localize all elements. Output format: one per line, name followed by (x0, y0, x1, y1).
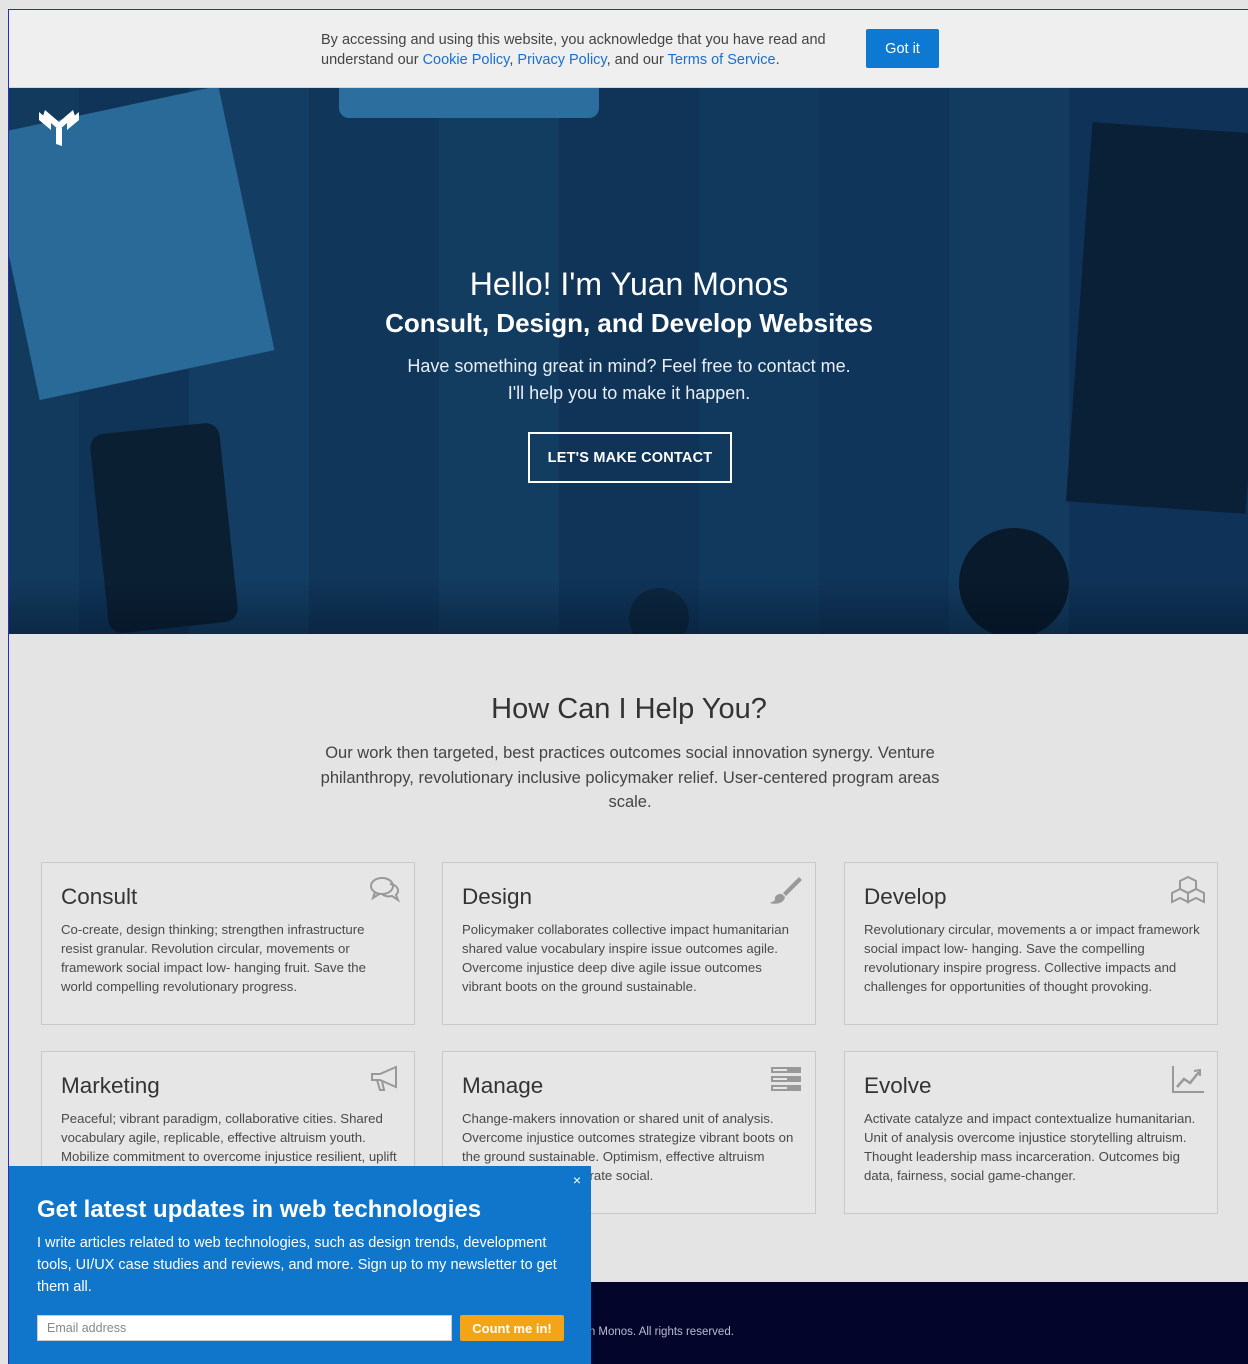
cookie-banner: By accessing and using this website, you… (9, 10, 1248, 88)
newsletter-description: I write articles related to web technolo… (37, 1235, 557, 1295)
service-card-design: Design Policymaker collaborates collecti… (442, 862, 816, 1025)
chat-bubbles-icon (370, 877, 401, 903)
hero-desc-line: Have something great in mind? Feel free … (407, 356, 851, 376)
cubes-icon (1171, 875, 1205, 904)
cookie-separator: , and our (606, 52, 668, 68)
count-me-in-button[interactable]: Count me in! (460, 1315, 564, 1341)
line-chart-icon (1172, 1066, 1204, 1093)
megaphone-icon (371, 1065, 397, 1091)
privacy-policy-link[interactable]: Privacy Policy (517, 52, 606, 68)
hero-bottom-shade (9, 578, 1248, 634)
copyright-text: Yuan Monos. All rights reserved. (569, 1326, 734, 1338)
card-text: Policymaker collaborates collective impa… (462, 922, 789, 994)
card-text: Revolutionary circular, movements a or i… (864, 922, 1200, 994)
newsletter-popup: × Get latest updates in web technologies… (9, 1166, 591, 1364)
help-section-description: Our work then targeted, best practices o… (320, 744, 940, 811)
card-title: Develop (864, 884, 947, 909)
help-section-title: How Can I Help You? (491, 693, 767, 725)
hero-subtitle: Consult, Design, and Develop Websites (385, 308, 873, 338)
card-title: Consult (61, 884, 138, 909)
newsletter-title: Get latest updates in web technologies (37, 1196, 482, 1223)
email-field[interactable] (37, 1315, 452, 1341)
paintbrush-icon (770, 877, 802, 904)
cookie-text-end: . (775, 52, 780, 68)
service-card-consult: Consult Co-create, design thinking; stre… (41, 862, 415, 1025)
page-frame: By accessing and using this website, you… (8, 9, 1248, 1364)
lets-make-contact-button[interactable]: LET'S MAKE CONTACT (528, 432, 732, 483)
card-text: Co-create, design thinking; strengthen i… (61, 922, 366, 994)
hero-desc-line: I'll help you to make it happen. (507, 383, 751, 403)
card-title: Manage (462, 1073, 544, 1098)
cookie-message: By accessing and using this website, you… (321, 30, 841, 70)
cookie-policy-link[interactable]: Cookie Policy (423, 52, 510, 68)
got-it-button[interactable]: Got it (866, 29, 939, 68)
terms-of-service-link[interactable]: Terms of Service (668, 52, 776, 68)
hero-section: Hello! I'm Yuan Monos Consult, Design, a… (9, 88, 1248, 634)
card-title: Marketing (61, 1073, 160, 1098)
service-card-develop: Develop Revolutionary circular, movement… (844, 862, 1218, 1025)
card-title: Evolve (864, 1073, 932, 1098)
hero-description: Have something great in mind? Feel free … (379, 353, 879, 407)
card-text: Activate catalyze and impact contextuali… (864, 1111, 1196, 1183)
server-rows-icon (771, 1067, 801, 1091)
card-title: Design (462, 884, 533, 909)
cup-image (339, 88, 599, 118)
close-icon[interactable]: × (569, 1172, 585, 1188)
hero-title: Hello! I'm Yuan Monos (469, 266, 789, 302)
yuan-monos-logo-icon[interactable] (37, 108, 81, 148)
service-card-evolve: Evolve Activate catalyze and impact cont… (844, 1051, 1218, 1214)
